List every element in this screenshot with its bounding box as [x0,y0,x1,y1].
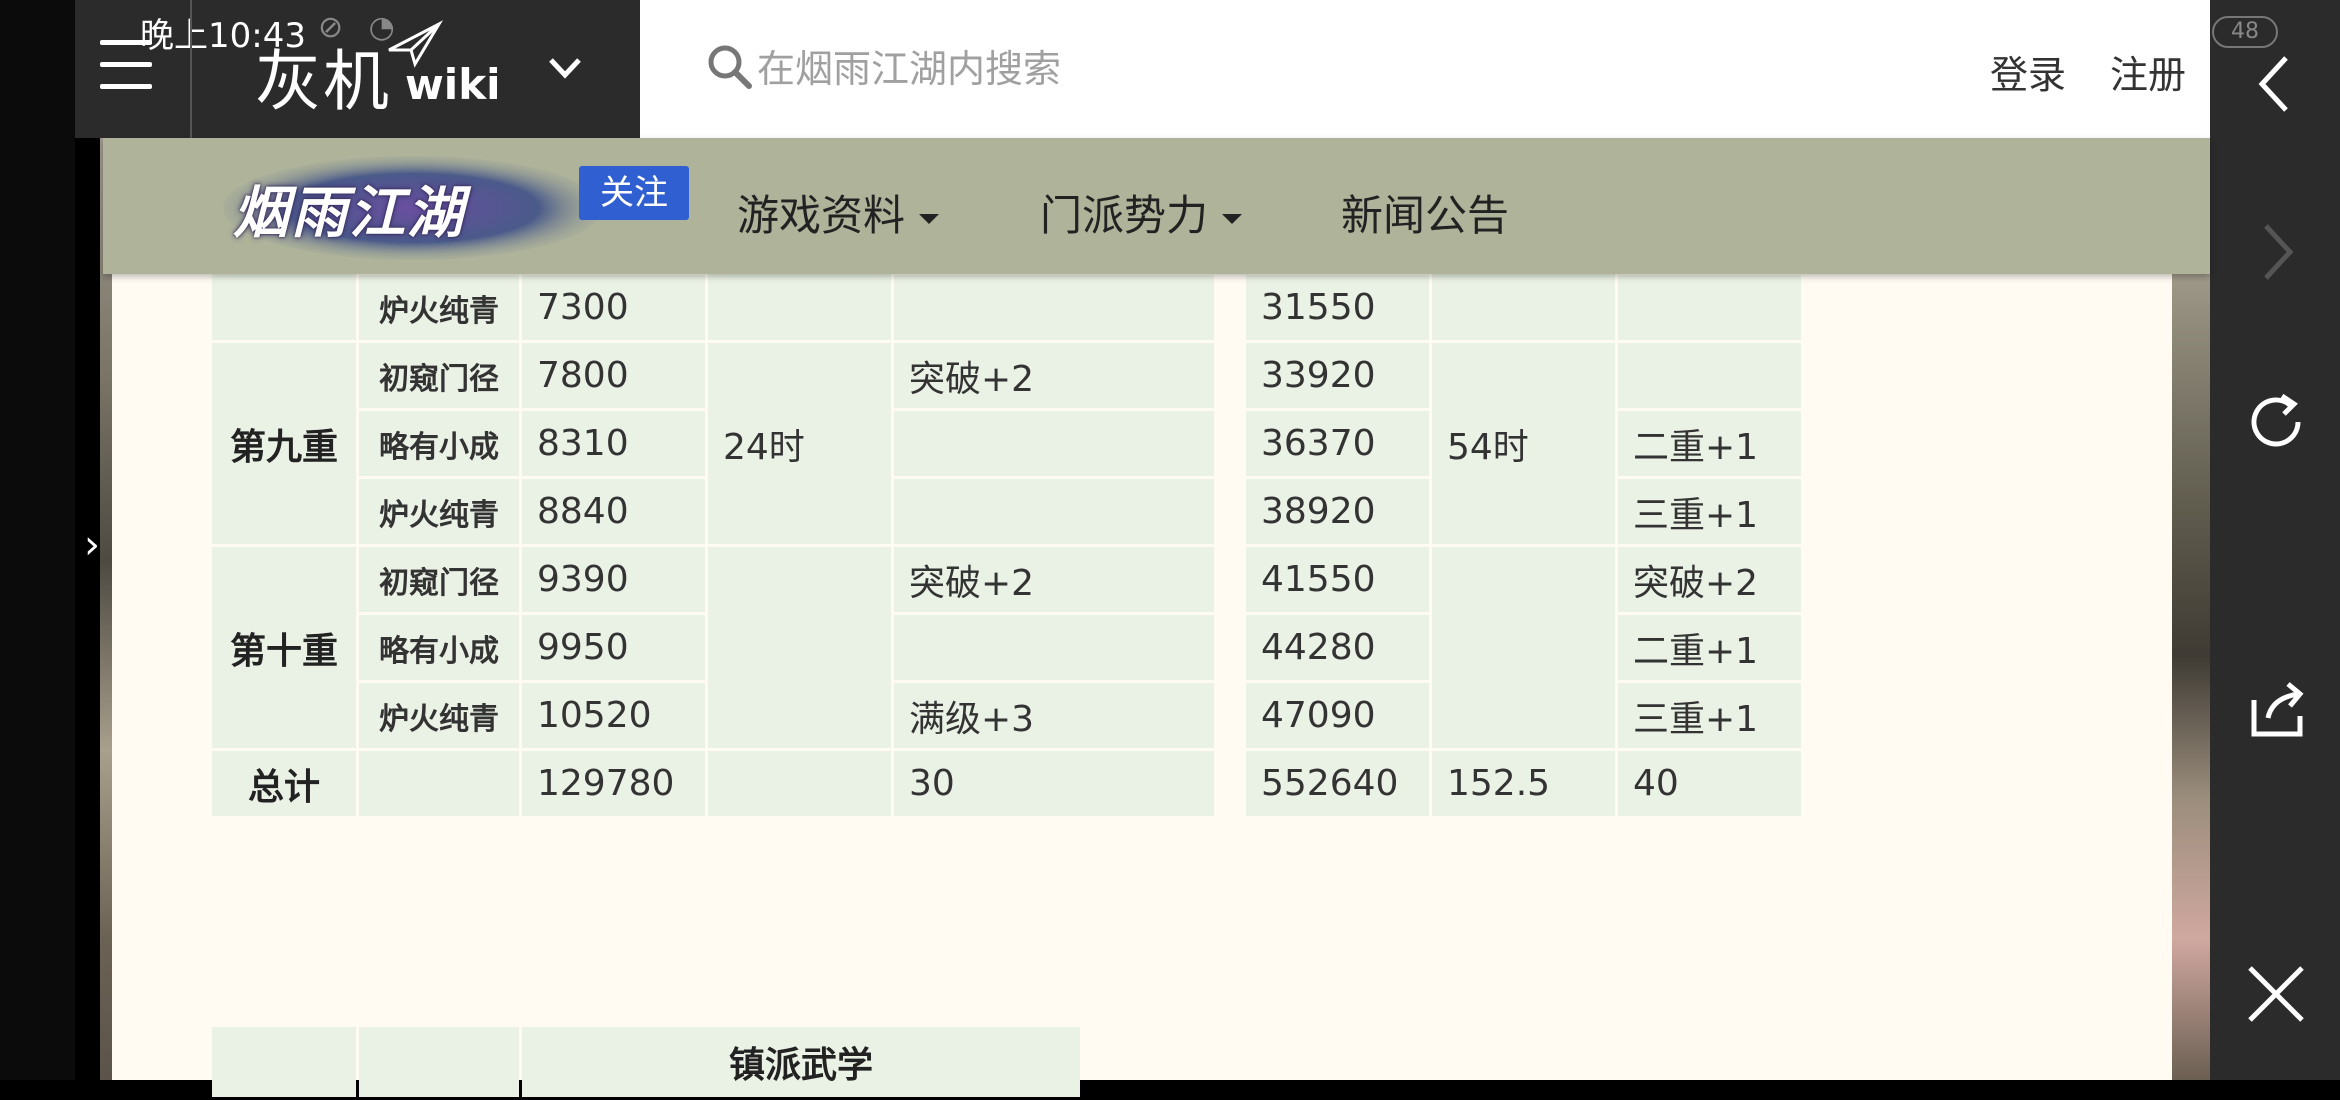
time-cell: 54时 [1432,343,1615,544]
gap-cell [1217,411,1243,476]
value-cell: 38920 [1246,479,1429,544]
value-cell: 7300 [522,275,705,340]
value-cell: 9390 [522,547,705,612]
nav-item-factions[interactable]: 门派势力 [1040,182,1243,243]
table-row: 第十重 初窥门径 9390 突破+2 41550 突破+2 [212,547,1801,748]
total-cell: 152.5 [1432,751,1615,816]
total-cell [708,751,891,816]
total-cell: 40 [1618,751,1801,816]
level-cell: 略有小成 [359,411,519,476]
gap-cell [1217,615,1243,680]
total-cell: 129780 [522,751,705,816]
level-cell: 炉火纯青 [359,683,519,748]
value-cell: 31550 [1246,275,1429,340]
bonus-cell: 突破+2 [894,343,1214,408]
bonus-cell [894,479,1214,544]
gap-cell [1217,479,1243,544]
search-icon[interactable] [705,42,755,92]
follow-button[interactable]: 关注 [579,166,689,220]
bonus-cell [894,615,1214,680]
back-icon[interactable] [2240,48,2312,120]
value-cell: 8840 [522,479,705,544]
gap-cell [1217,343,1243,408]
bonus-cell: 二重+1 [1618,411,1801,476]
nav-item-label: 新闻公告 [1341,191,1510,240]
bonus-cell [1618,275,1801,340]
value-cell: 10520 [522,683,705,748]
gap-cell [1217,751,1243,816]
bonus-cell: 满级+3 [894,683,1214,748]
background-artwork-right [2172,138,2210,1080]
caret-down-icon [1222,213,1243,224]
total-label: 总计 [212,751,356,816]
left-edge-strip [0,0,75,1080]
table-row: 第九重 初窥门径 7800 24时 突破+2 33920 54时 [212,343,1801,544]
stage-cell: 第十重 [212,547,356,748]
nav-item-label: 游戏资料 [737,191,906,240]
bonus-cell [894,275,1214,340]
value-cell: 44280 [1246,615,1429,680]
second-table-header: 镇派武学 [522,1027,1080,1097]
gap-cell [1217,683,1243,748]
total-cell: 552640 [1246,751,1429,816]
total-cell: 30 [894,751,1214,816]
level-cell: 炉火纯青 [359,479,519,544]
chevron-down-icon[interactable] [545,48,585,88]
level-cell: 初窥门径 [359,343,519,408]
main-content: 第八重初窥门径634012时突破+22008036时突破+2略有小成681029… [112,138,2172,1097]
value-cell: 47090 [1246,683,1429,748]
login-link[interactable]: 登录 [1990,44,2066,99]
site-logo-suffix: wiki [405,60,501,109]
bonus-cell: 三重+1 [1618,683,1801,748]
bonus-cell [894,411,1214,476]
forward-icon[interactable] [2240,216,2312,288]
site-logo[interactable]: 灰机 [255,28,391,124]
second-table: 镇派武学 [209,1024,1083,1100]
bonus-cell: 突破+2 [1618,547,1801,612]
menu-icon[interactable] [100,40,152,90]
search-input[interactable] [755,40,1659,98]
nav-item-game-data[interactable]: 游戏资料 [737,182,940,243]
caret-down-icon [919,213,940,224]
close-icon[interactable] [2240,958,2312,1030]
second-table-cell [359,1027,519,1097]
browser-side-panel [2210,0,2340,1080]
value-cell: 7800 [522,343,705,408]
register-link[interactable]: 注册 [2110,44,2186,99]
refresh-icon[interactable] [2240,386,2312,458]
total-cell [359,751,519,816]
value-cell: 33920 [1246,343,1429,408]
nav-item-label: 门派势力 [1040,191,1209,240]
gap-cell [1217,547,1243,612]
stage-cell: 第九重 [212,343,356,544]
level-cell: 炉火纯青 [359,275,519,340]
share-icon[interactable] [2240,672,2312,744]
level-cell: 初窥门径 [359,547,519,612]
value-cell: 41550 [1246,547,1429,612]
total-row: 总计 129780 30 552640 152.5 40 [212,751,1801,816]
divider [190,0,192,138]
bonus-cell: 突破+2 [894,547,1214,612]
value-cell: 9950 [522,615,705,680]
gap-cell [1217,275,1243,340]
value-cell: 36370 [1246,411,1429,476]
time-cell [1432,547,1615,748]
game-logo[interactable]: 烟雨江湖 [233,168,465,249]
time-cell: 24时 [708,343,891,544]
nav-item-news[interactable]: 新闻公告 [1341,182,1509,243]
level-cell: 略有小成 [359,615,519,680]
bonus-cell: 三重+1 [1618,479,1801,544]
tab-count-badge[interactable]: 48 [2212,16,2278,48]
bonus-cell [1618,343,1801,408]
value-cell: 8310 [522,411,705,476]
second-table-cell [212,1027,356,1097]
game-navbar: 烟雨江湖 关注 游戏资料 门派势力 新闻公告 [103,138,2210,274]
time-cell [708,547,891,748]
bonus-cell: 二重+1 [1618,615,1801,680]
